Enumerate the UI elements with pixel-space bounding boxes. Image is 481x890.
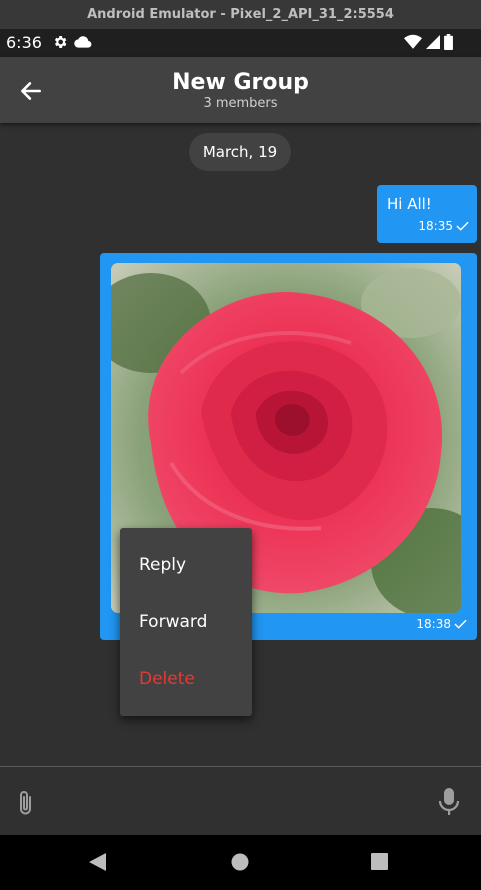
recents-square-icon[interactable] [371,853,388,870]
battery-icon [444,34,453,50]
message-bubble-text[interactable]: Hi All! 18:35 [377,185,477,243]
status-time: 6:36 [6,33,42,52]
back-triangle-icon[interactable] [89,853,107,871]
menu-item-reply[interactable]: Reply [139,555,186,575]
emulator-title-bar: Android Emulator - Pixel_2_API_31_2:5554 [0,0,481,29]
input-bar [0,766,481,836]
check-icon [454,619,467,629]
message-time: 18:38 [416,617,451,631]
menu-item-delete[interactable]: Delete [139,669,195,689]
message-time: 18:35 [418,219,453,233]
chat-title: New Group [172,70,309,95]
window-title: Android Emulator - Pixel_2_API_31_2:5554 [87,7,394,22]
paperclip-icon[interactable] [14,789,38,817]
check-icon [456,221,469,231]
status-bar: 6:36 [0,29,481,57]
wifi-icon [404,34,422,49]
app-bar: New Group 3 members [0,57,481,123]
message-text: Hi All! [387,195,432,213]
signal-icon [426,35,440,49]
menu-item-forward[interactable]: Forward [139,612,207,632]
context-menu: Reply Forward Delete [120,528,252,716]
home-circle-icon[interactable] [231,853,249,871]
date-chip: March, 19 [189,133,291,171]
cloud-icon [74,36,92,48]
system-nav-bar [0,835,481,890]
gear-icon [54,36,67,48]
microphone-icon[interactable] [437,787,461,817]
chat-subtitle: 3 members [203,96,278,111]
chat-area[interactable]: March, 19 Hi All! 18:35 18:38 Reply Forw… [0,123,481,766]
